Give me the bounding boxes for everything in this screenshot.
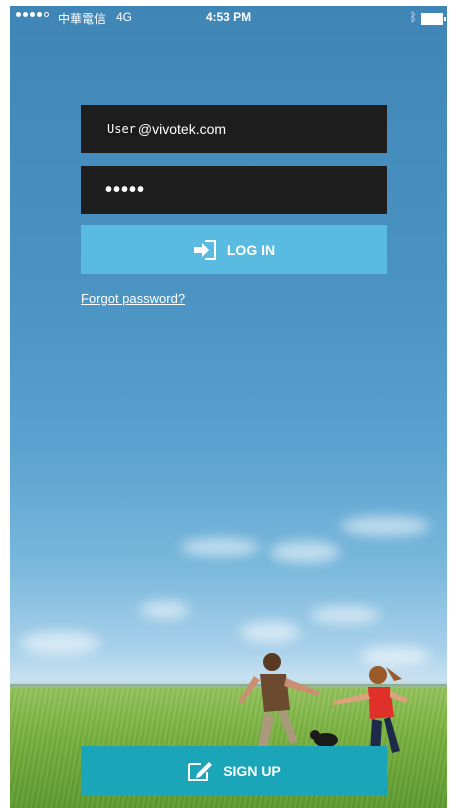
cloud	[180, 538, 260, 556]
email-field[interactable]: User @vivotek.com	[81, 105, 387, 153]
forgot-password-link[interactable]: Forgot password?	[81, 291, 185, 306]
cloud	[340, 516, 430, 536]
signup-label: SIGN UP	[223, 762, 281, 779]
edit-icon	[188, 761, 213, 781]
cloud	[20, 631, 100, 655]
cloud	[270, 541, 340, 563]
app-screen: 中華電信 4G 4:53 PM ᛒ User @vivotek.com •••••…	[10, 6, 447, 808]
login-label: LOG IN	[226, 241, 276, 258]
password-mask: •••••	[105, 178, 146, 201]
email-username: User	[105, 122, 138, 136]
bluetooth-icon: ᛒ	[409, 10, 417, 24]
password-field[interactable]: •••••	[81, 166, 387, 214]
status-time: 4:53 PM	[205, 10, 252, 24]
cloud	[240, 621, 300, 643]
login-button[interactable]: LOG IN	[81, 225, 387, 274]
battery-icon	[421, 13, 446, 25]
email-domain: @vivotek.com	[137, 121, 227, 137]
cloud	[140, 601, 190, 619]
signup-button[interactable]: SIGN UP	[81, 746, 387, 795]
cloud	[310, 606, 380, 624]
login-arrow-icon	[193, 239, 216, 260]
status-bar: 中華電信 4G 4:53 PM ᛒ	[10, 6, 447, 30]
